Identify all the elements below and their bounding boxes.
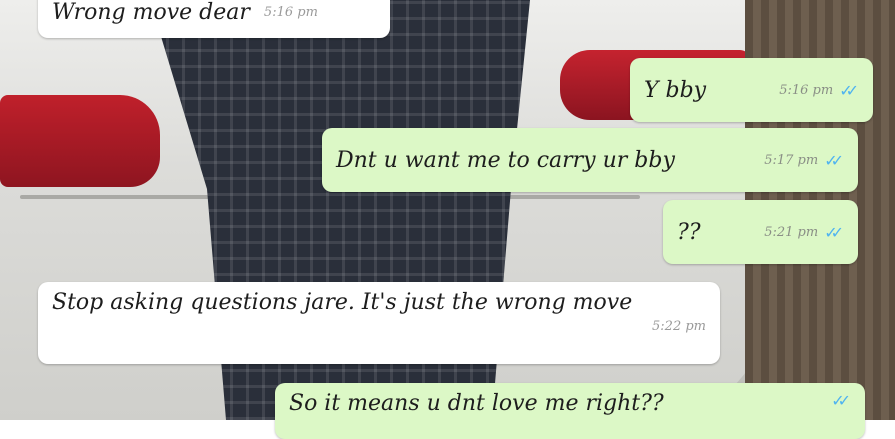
message-meta: ✓✓	[825, 391, 851, 410]
message-bubble-outgoing[interactable]: Dnt u want me to carry ur bby 5:17 pm ✓✓	[322, 128, 858, 192]
message-text: Stop asking questions jare. It's just th…	[52, 290, 633, 315]
message-text: Dnt u want me to carry ur bby	[336, 147, 675, 173]
message-bubble-outgoing[interactable]: ?? 5:21 pm ✓✓	[663, 200, 858, 264]
message-bubble-incoming[interactable]: Wrong move dear 5:16 pm	[38, 0, 390, 38]
double-check-icon: ✓✓	[839, 80, 859, 100]
message-bubble-outgoing[interactable]: So it means u dnt love me right?? ✓✓	[275, 383, 865, 439]
message-text: So it means u dnt love me right??	[289, 391, 664, 416]
message-meta: 5:21 pm ✓✓	[764, 223, 844, 242]
message-text: ??	[677, 219, 701, 245]
message-time: 5:17 pm	[764, 152, 819, 168]
message-meta: 5:16 pm ✓✓	[779, 81, 859, 100]
double-check-icon: ✓✓	[824, 150, 844, 170]
wallpaper-taillight	[0, 95, 160, 187]
double-check-icon: ✓✓	[824, 222, 844, 242]
message-time: 5:21 pm	[764, 224, 819, 240]
message-bubble-incoming[interactable]: Stop asking questions jare. It's just th…	[38, 282, 720, 364]
message-time: 5:16 pm	[263, 4, 318, 20]
message-meta: 5:16 pm	[264, 5, 318, 20]
message-meta: 5:17 pm ✓✓	[764, 151, 844, 170]
message-bubble-outgoing[interactable]: Y bby 5:16 pm ✓✓	[630, 58, 873, 122]
message-meta: 5:22 pm	[52, 319, 706, 334]
message-text: Wrong move dear	[52, 0, 250, 25]
message-time: 5:16 pm	[779, 82, 834, 98]
message-text: Y bby	[644, 77, 707, 103]
double-check-icon: ✓✓	[831, 391, 851, 410]
message-time: 5:22 pm	[652, 319, 706, 334]
